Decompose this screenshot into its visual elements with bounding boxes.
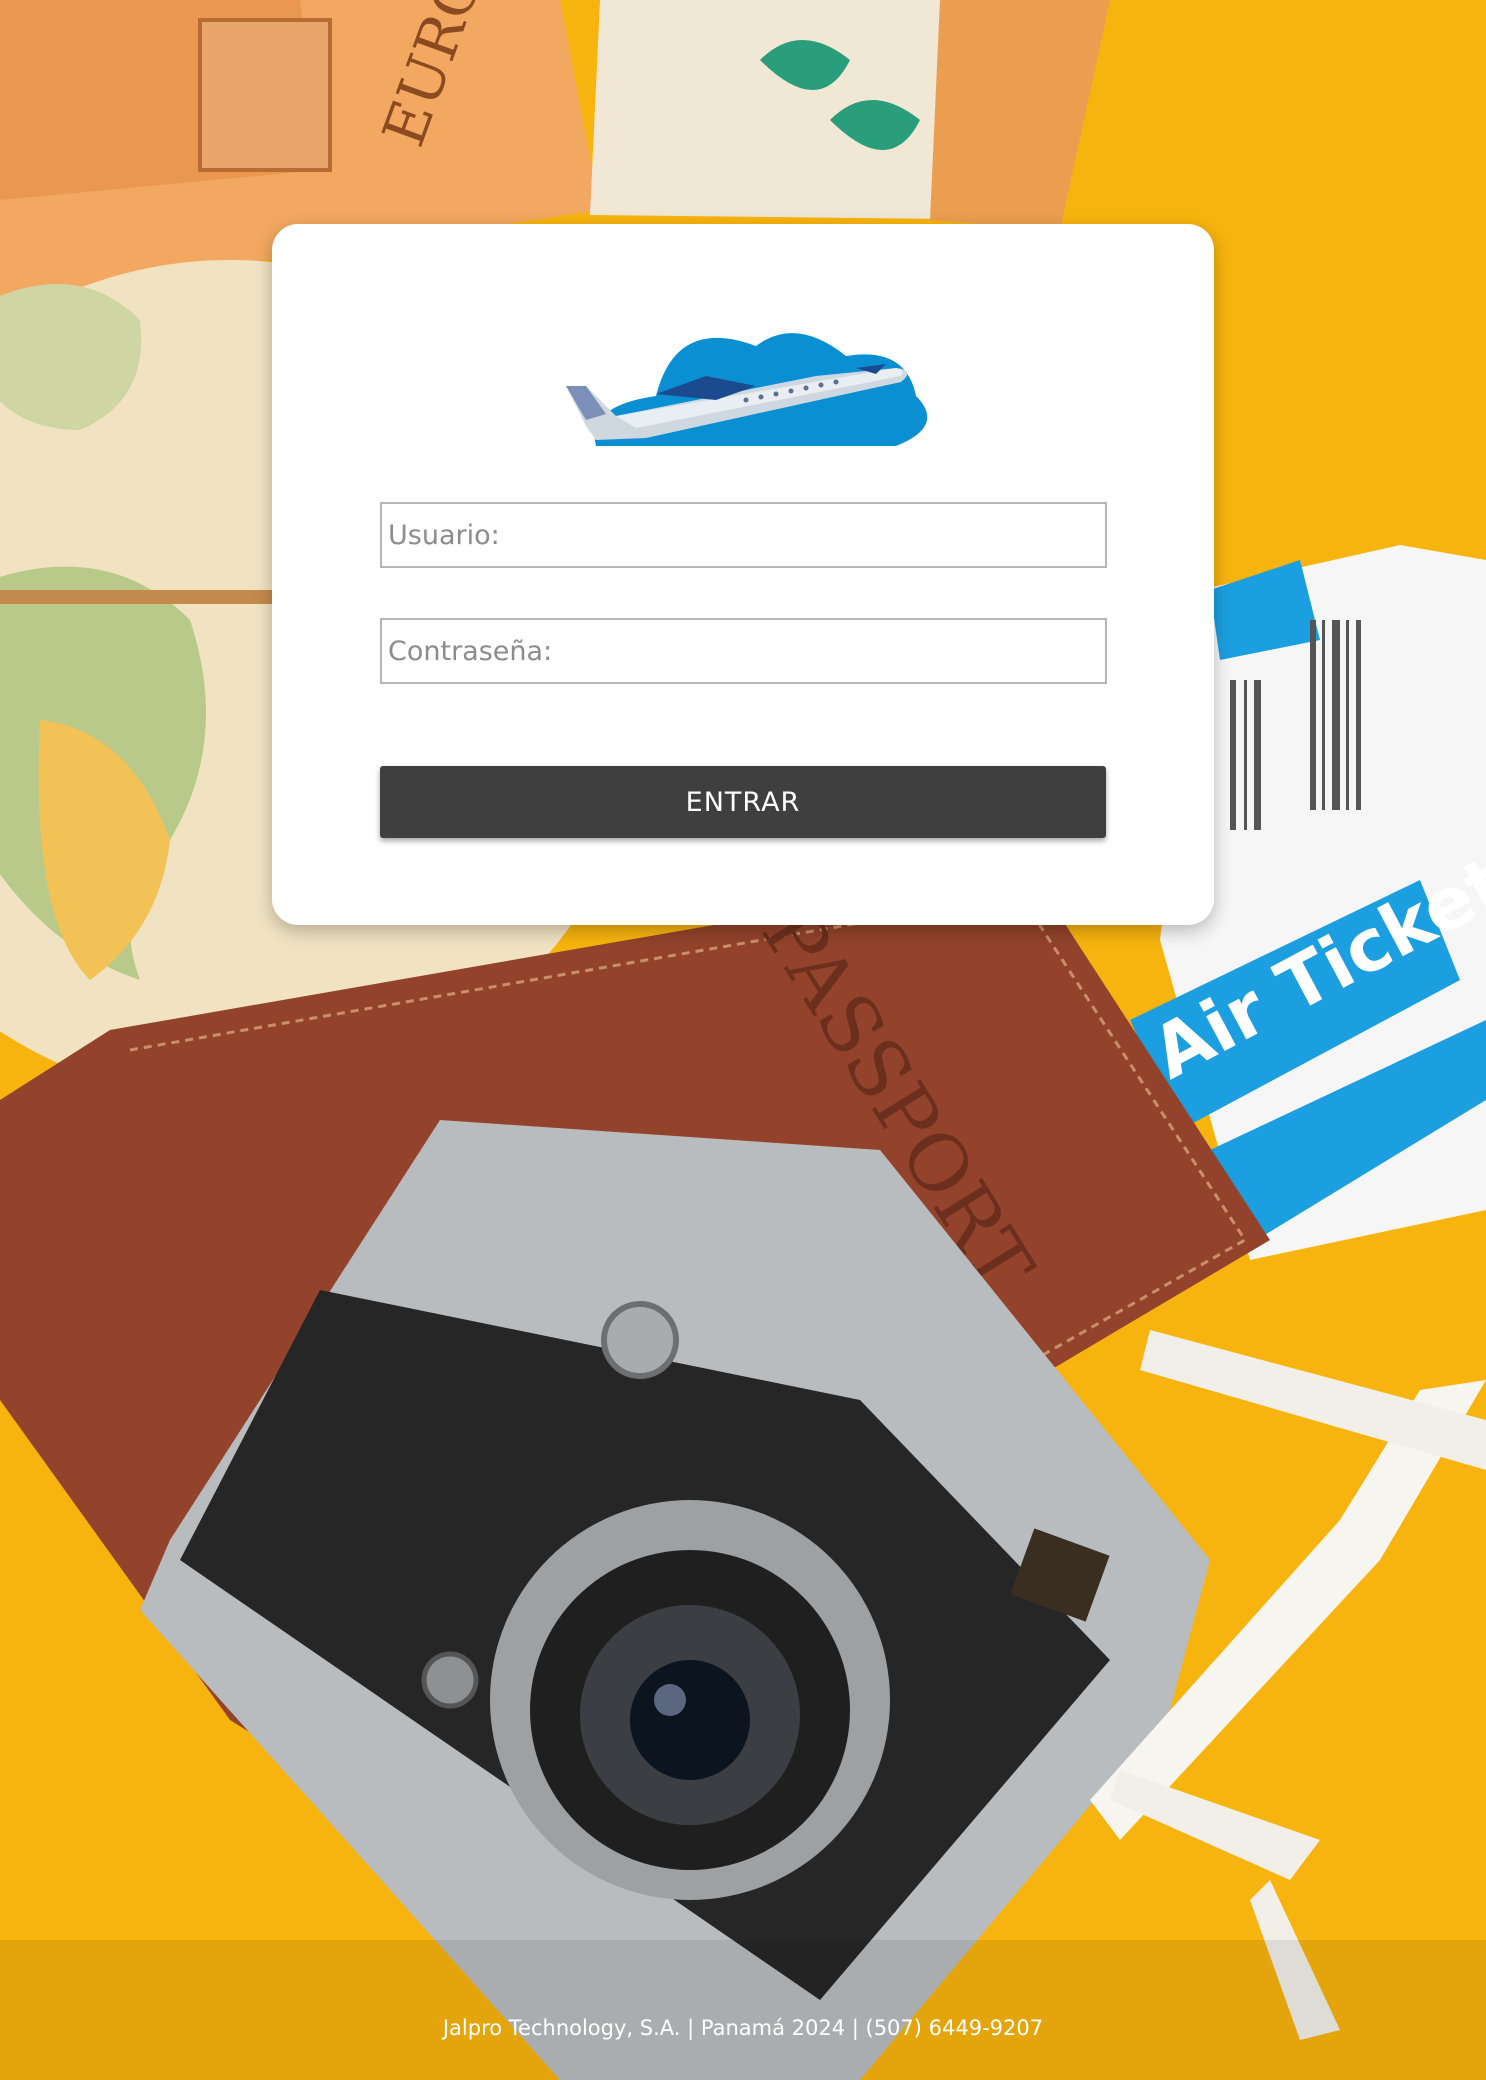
login-card: ENTRAR [272,224,1214,925]
airplane-logo-icon [566,333,928,446]
footer-text: Jalpro Technology, S.A. | Panamá 2024 | … [442,2016,1044,2040]
password-input[interactable] [380,618,1107,684]
login-submit-button[interactable]: ENTRAR [380,766,1106,838]
username-input[interactable] [380,502,1107,568]
